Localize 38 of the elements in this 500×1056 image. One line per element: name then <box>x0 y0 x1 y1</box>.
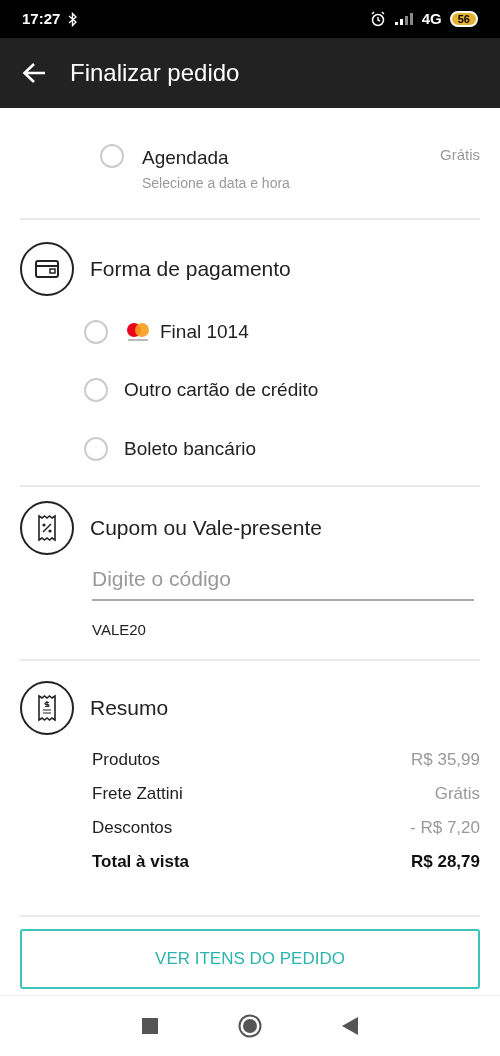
radio-button[interactable] <box>100 144 124 168</box>
back-arrow-icon[interactable] <box>22 62 46 84</box>
bluetooth-icon <box>68 11 78 27</box>
summary-label: Total à vista <box>92 851 189 874</box>
credit-card-icon <box>20 241 74 296</box>
recent-apps-icon[interactable] <box>142 1018 158 1034</box>
section-title: Resumo <box>90 695 169 722</box>
radio-button[interactable] <box>84 319 108 344</box>
card-brand-icon <box>124 321 152 342</box>
option-hint: Selecione a data e hora <box>142 173 291 193</box>
clock-time: 17:27 <box>22 8 61 29</box>
section-title: Cupom ou Vale-presente <box>90 515 322 542</box>
option-label: Agendada <box>142 146 230 170</box>
view-order-items-button[interactable]: VER ITENS DO PEDIDO <box>20 929 480 989</box>
screen-title: Finalizar pedido <box>70 58 240 88</box>
summary-label: Produtos <box>92 749 161 772</box>
network-type: 4G <box>421 8 442 29</box>
radio-button[interactable] <box>84 378 108 403</box>
summary-value: Grátis <box>434 783 480 806</box>
price-text: Grátis <box>440 145 480 165</box>
summary-value: R$ 28,79 <box>411 851 480 874</box>
receipt-icon <box>20 681 74 735</box>
coupon-icon <box>20 501 74 555</box>
option-label: Outro cartão de crédito <box>124 378 319 402</box>
signal-icon <box>393 12 414 26</box>
back-icon[interactable] <box>342 1017 358 1035</box>
summary-label: Frete Zattini <box>92 783 183 806</box>
section-title: Forma de pagamento <box>90 255 291 282</box>
battery-indicator: 56 <box>449 11 478 27</box>
radio-button[interactable] <box>84 436 108 461</box>
home-icon[interactable] <box>238 1014 262 1038</box>
summary-label: Descontos <box>92 817 173 840</box>
summary-value: R$ 35,99 <box>411 749 480 772</box>
option-label: Boleto bancário <box>124 436 257 461</box>
applied-coupon-code: VALE20 <box>92 619 147 640</box>
alarm-icon <box>369 11 386 27</box>
option-label: Final 1014 <box>160 319 249 344</box>
summary-value: - R$ 7,20 <box>410 817 480 840</box>
